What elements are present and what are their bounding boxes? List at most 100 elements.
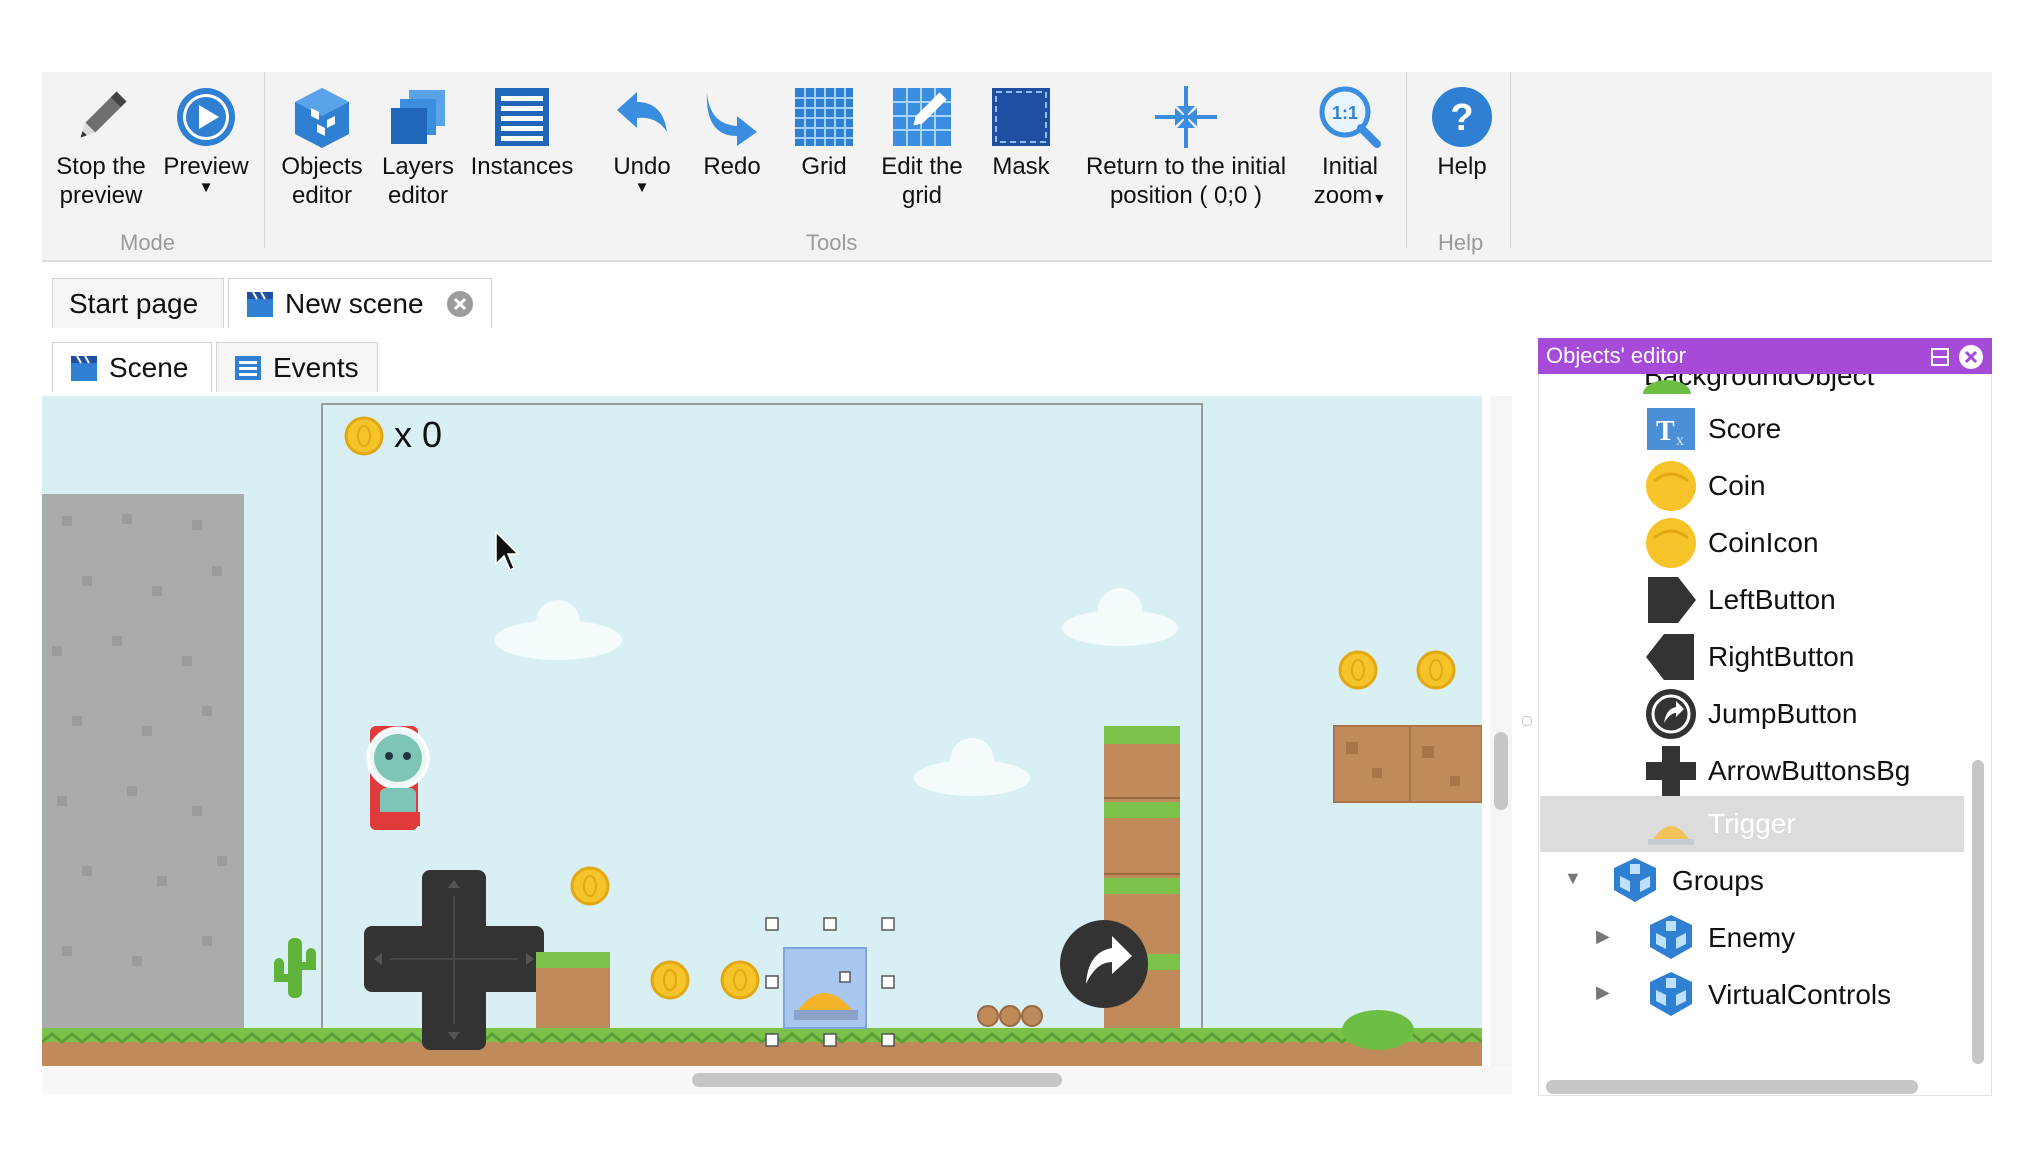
layers-editor-button[interactable]: Layers editor [372,72,464,210]
scene-vertical-scrollbar[interactable] [1490,396,1512,1066]
object-item-label: CoinIcon [1708,527,1819,558]
dirt-platform[interactable] [1333,725,1482,803]
tab-events[interactable]: Events [216,342,378,392]
coin[interactable] [570,866,610,906]
edit-grid-label: Edit the grid [881,153,963,209]
bush[interactable] [1342,1010,1414,1050]
object-item-coin[interactable]: Coin [1644,460,1766,512]
object-item-label: LeftButton [1708,584,1836,615]
dirt-block[interactable] [536,952,610,1028]
object-item-label: ArrowButtonsBg [1708,755,1911,786]
dpad-arrow-buttons[interactable] [364,870,544,1050]
clapperboard-icon [71,355,97,381]
initial-zoom-button[interactable]: 1:1 Initial zoom▼ [1304,72,1396,213]
coin[interactable] [1338,650,1378,690]
svg-text:T: T [1656,416,1675,447]
tools-group-label: Tools [806,230,858,255]
trigger-object-selected[interactable] [783,947,867,1029]
jump-button[interactable] [1060,920,1148,1008]
help-button[interactable]: ? Help [1424,72,1500,181]
edit-grid-button[interactable]: Edit the grid [870,72,974,210]
tab-scene[interactable]: Scene [52,342,212,392]
object-item-coinicon[interactable]: CoinIcon [1644,517,1819,569]
cactus[interactable] [274,938,316,998]
hud-coin-icon[interactable] [344,416,384,456]
coin-counter-text: x 0 [394,414,443,455]
tab-new-scene-label: New scene [285,287,424,319]
tab-scene-label: Scene [109,351,189,383]
instances-button[interactable]: Instances [466,72,578,181]
instances-label: Instances [470,153,574,180]
help-label: Help [1437,153,1487,180]
object-item-leftbutton[interactable]: LeftButton [1644,574,1836,626]
redo-label: Redo [703,153,761,180]
groups-label: Groups [1672,865,1764,896]
object-item-score[interactable]: Tx Score [1644,403,1781,455]
objects-vertical-scroll-thumb[interactable] [1972,760,1984,1064]
tab-start-page-label: Start page [69,287,199,319]
object-item-jumpbutton[interactable]: JumpButton [1644,688,1857,740]
instances-list-icon [495,88,549,146]
panel-splitter-handle[interactable] [1522,716,1532,726]
groups-node[interactable]: Groups [1608,855,1764,907]
group-icon [1644,911,1698,965]
group-item-virtualcontrols[interactable]: VirtualControls [1644,969,1891,1021]
stop-preview-button[interactable]: Stop the preview [46,72,156,210]
redo-button[interactable]: Redo [692,72,772,181]
objects-editor-title: Objects' editor [1546,343,1686,368]
mask-button[interactable]: Mask [982,72,1060,181]
mask-label: Mask [992,153,1050,180]
group-item-label: Enemy [1708,922,1796,953]
left-button-icon [1644,573,1698,627]
object-item-label: Score [1708,413,1782,444]
expand-enemy-arrow-icon[interactable]: ▶ [1596,926,1610,947]
objects-editor-header: Objects' editor [1538,338,1992,374]
svg-text:1:1: 1:1 [1332,103,1358,123]
tab-start-page[interactable]: Start page [52,278,224,328]
tab-new-scene[interactable]: New scene [228,278,492,328]
objects-horizontal-scroll-thumb[interactable] [1546,1080,1918,1094]
undo-label: Undo [613,153,671,180]
log-pile[interactable] [977,1005,1043,1027]
undo-button[interactable]: Undo ▼ [602,72,682,195]
edit-grid-icon [893,88,951,146]
close-tab-icon[interactable] [446,290,474,318]
ground-grass[interactable] [42,1028,1482,1066]
objects-editor-button[interactable]: Objects editor [274,72,370,210]
close-panel-icon[interactable] [1958,344,1984,370]
cloud [1062,588,1178,646]
clapperboard-icon [247,291,273,317]
crosshair-icon [1155,86,1217,148]
preview-button[interactable]: Preview ▼ [156,72,256,195]
expand-virtualcontrols-arrow-icon[interactable]: ▶ [1596,982,1610,1003]
dock-icon[interactable] [1930,347,1950,367]
coin[interactable] [650,960,690,1000]
coin[interactable] [720,960,760,1000]
undo-dropdown-arrow-icon[interactable]: ▼ [635,180,650,195]
scene-horizontal-scrollbar[interactable] [42,1066,1512,1094]
preview-dropdown-arrow-icon[interactable]: ▼ [199,180,214,195]
redo-icon [706,92,757,146]
right-button-icon [1644,630,1698,684]
layers-icon [391,90,445,144]
stop-preview-label: Stop the preview [56,153,146,209]
player-character[interactable] [366,726,430,830]
scene-horizontal-scroll-thumb[interactable] [692,1073,1062,1087]
return-initial-position-button[interactable]: Return to the initial position ( 0;0 ) [1070,72,1302,210]
object-item-rightbutton[interactable]: RightButton [1644,631,1854,683]
coin[interactable] [1416,650,1456,690]
group-item-enemy[interactable]: Enemy [1644,912,1795,964]
scene-canvas[interactable]: x 0 [42,396,1482,1066]
mouse-cursor-icon [495,530,520,572]
grid-button[interactable]: Grid [786,72,862,181]
groups-icon [1608,854,1662,908]
object-item-trigger[interactable]: Trigger [1644,798,1796,850]
grid-icon [795,88,853,146]
stone-wall[interactable] [42,494,244,1028]
tab-events-label: Events [273,351,359,383]
expand-groups-arrow-icon[interactable]: ▼ [1564,868,1582,889]
scene-vertical-scroll-thumb[interactable] [1494,732,1508,810]
object-item-arrowbuttonsbg[interactable]: ArrowButtonsBg [1644,745,1910,797]
undo-icon [617,92,667,132]
svg-text:x: x [1676,432,1684,449]
